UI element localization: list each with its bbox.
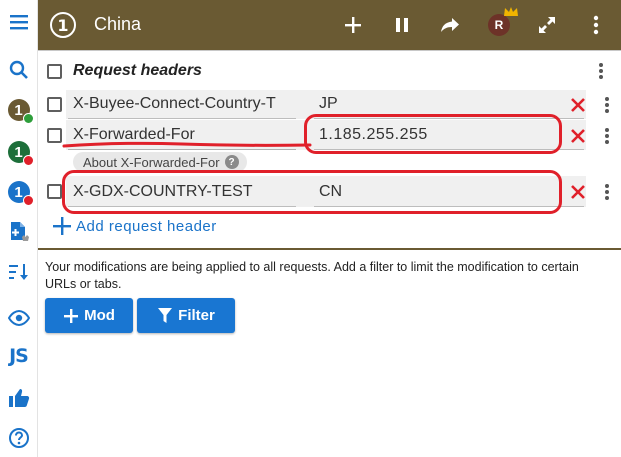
js-label: JS [9, 345, 29, 367]
profile-number-badge: 1 [50, 12, 76, 38]
header-more-button[interactable] [597, 180, 617, 204]
profile-2-avatar: 1 [7, 141, 34, 166]
expand-icon [539, 17, 555, 33]
section-title: Request headers [73, 62, 202, 79]
value-underline [314, 118, 584, 119]
profile-2-number: 1 [14, 143, 23, 161]
eye-icon[interactable] [0, 302, 37, 334]
avatar-letter: R [494, 18, 504, 32]
header-value-input[interactable]: 1.185.255.255 [319, 126, 428, 144]
share-button[interactable] [435, 10, 465, 40]
more-vert-icon [605, 97, 609, 113]
pause-button[interactable] [387, 10, 417, 40]
value-underline [314, 149, 584, 150]
thumbs-up-icon[interactable] [0, 382, 37, 414]
close-icon [571, 129, 585, 143]
info-message: Your modifications are being applied to … [45, 260, 579, 291]
header-name-input[interactable]: X-GDX-COUNTRY-TEST [73, 183, 253, 201]
inactive-badge [22, 155, 34, 166]
more-vert-icon [599, 63, 603, 79]
left-rail: 1 1 1 JS [0, 0, 38, 457]
header-row-checkbox[interactable] [47, 128, 62, 143]
delete-header-button[interactable] [567, 94, 589, 116]
profile-3-number: 1 [14, 183, 23, 201]
avatar: R [488, 7, 518, 36]
select-all-checkbox[interactable] [47, 64, 62, 79]
filter-button-label: Filter [178, 307, 215, 324]
add-profile-icon[interactable] [0, 216, 37, 248]
help-icon[interactable] [0, 422, 37, 454]
menu-icon[interactable] [0, 6, 37, 38]
inactive-badge [22, 195, 34, 206]
add-request-header-label: Add request header [76, 217, 217, 235]
profile-1-button[interactable]: 1 [0, 94, 37, 126]
crown-icon [504, 7, 518, 16]
close-icon [571, 98, 585, 112]
active-badge [22, 113, 34, 124]
section-divider [38, 248, 621, 250]
top-bar: 1 China R [38, 0, 621, 50]
header-more-button[interactable] [597, 124, 617, 148]
add-request-header-button[interactable]: Add request header [52, 216, 217, 236]
profile-3-avatar: 1 [7, 181, 34, 206]
more-vert-icon [605, 184, 609, 200]
search-icon[interactable] [0, 54, 37, 86]
mod-button-label: Mod [84, 307, 115, 324]
help-circle-icon: ? [224, 155, 239, 169]
topbar-divider [38, 50, 621, 51]
header-name-input[interactable]: X-Buyee-Connect-Country-T [73, 95, 276, 113]
header-row-checkbox[interactable] [47, 184, 62, 199]
profile-name[interactable]: China [94, 14, 141, 35]
account-button[interactable]: R [484, 7, 518, 40]
profile-number: 1 [57, 15, 69, 35]
expand-button[interactable] [532, 10, 562, 40]
delete-header-button[interactable] [567, 125, 589, 147]
header-more-button[interactable] [597, 93, 617, 117]
more-menu-button[interactable] [581, 10, 611, 40]
request-headers-section-header: Request headers [38, 56, 621, 86]
value-underline [314, 206, 584, 207]
sort-icon[interactable] [0, 256, 37, 288]
plus-icon [345, 17, 361, 33]
plus-icon [53, 217, 71, 235]
delete-header-button[interactable] [567, 181, 589, 203]
name-underline [68, 206, 296, 207]
add-mod-button[interactable]: Mod [45, 298, 133, 333]
profile-3-button[interactable]: 1 [0, 176, 37, 208]
profile-1-number: 1 [14, 101, 23, 119]
header-row-checkbox[interactable] [47, 97, 62, 112]
add-filter-button[interactable]: Filter [137, 298, 235, 333]
more-vert-icon [605, 128, 609, 144]
pause-icon [396, 18, 408, 32]
header-value-input[interactable]: CN [319, 183, 342, 201]
more-vert-icon [593, 15, 599, 35]
annotation-underline-mark [62, 141, 312, 148]
js-button[interactable]: JS [0, 340, 37, 372]
profile-2-button[interactable]: 1 [0, 136, 37, 168]
header-row: X-GDX-COUNTRY-TEST CN [38, 176, 621, 208]
header-value-input[interactable]: JP [319, 95, 338, 113]
profile-1-avatar: 1 [7, 99, 34, 124]
plus-icon [64, 308, 79, 323]
section-more-button[interactable] [591, 59, 611, 83]
name-underline [68, 118, 296, 119]
filter-icon [158, 307, 173, 323]
about-chip-label: About X-Forwarded-For [83, 154, 220, 170]
close-icon [571, 185, 585, 199]
header-row: X-Buyee-Connect-Country-T JP [38, 90, 621, 120]
about-header-chip[interactable]: About X-Forwarded-For ? [73, 152, 247, 172]
share-icon [441, 18, 459, 32]
add-button[interactable] [338, 10, 368, 40]
